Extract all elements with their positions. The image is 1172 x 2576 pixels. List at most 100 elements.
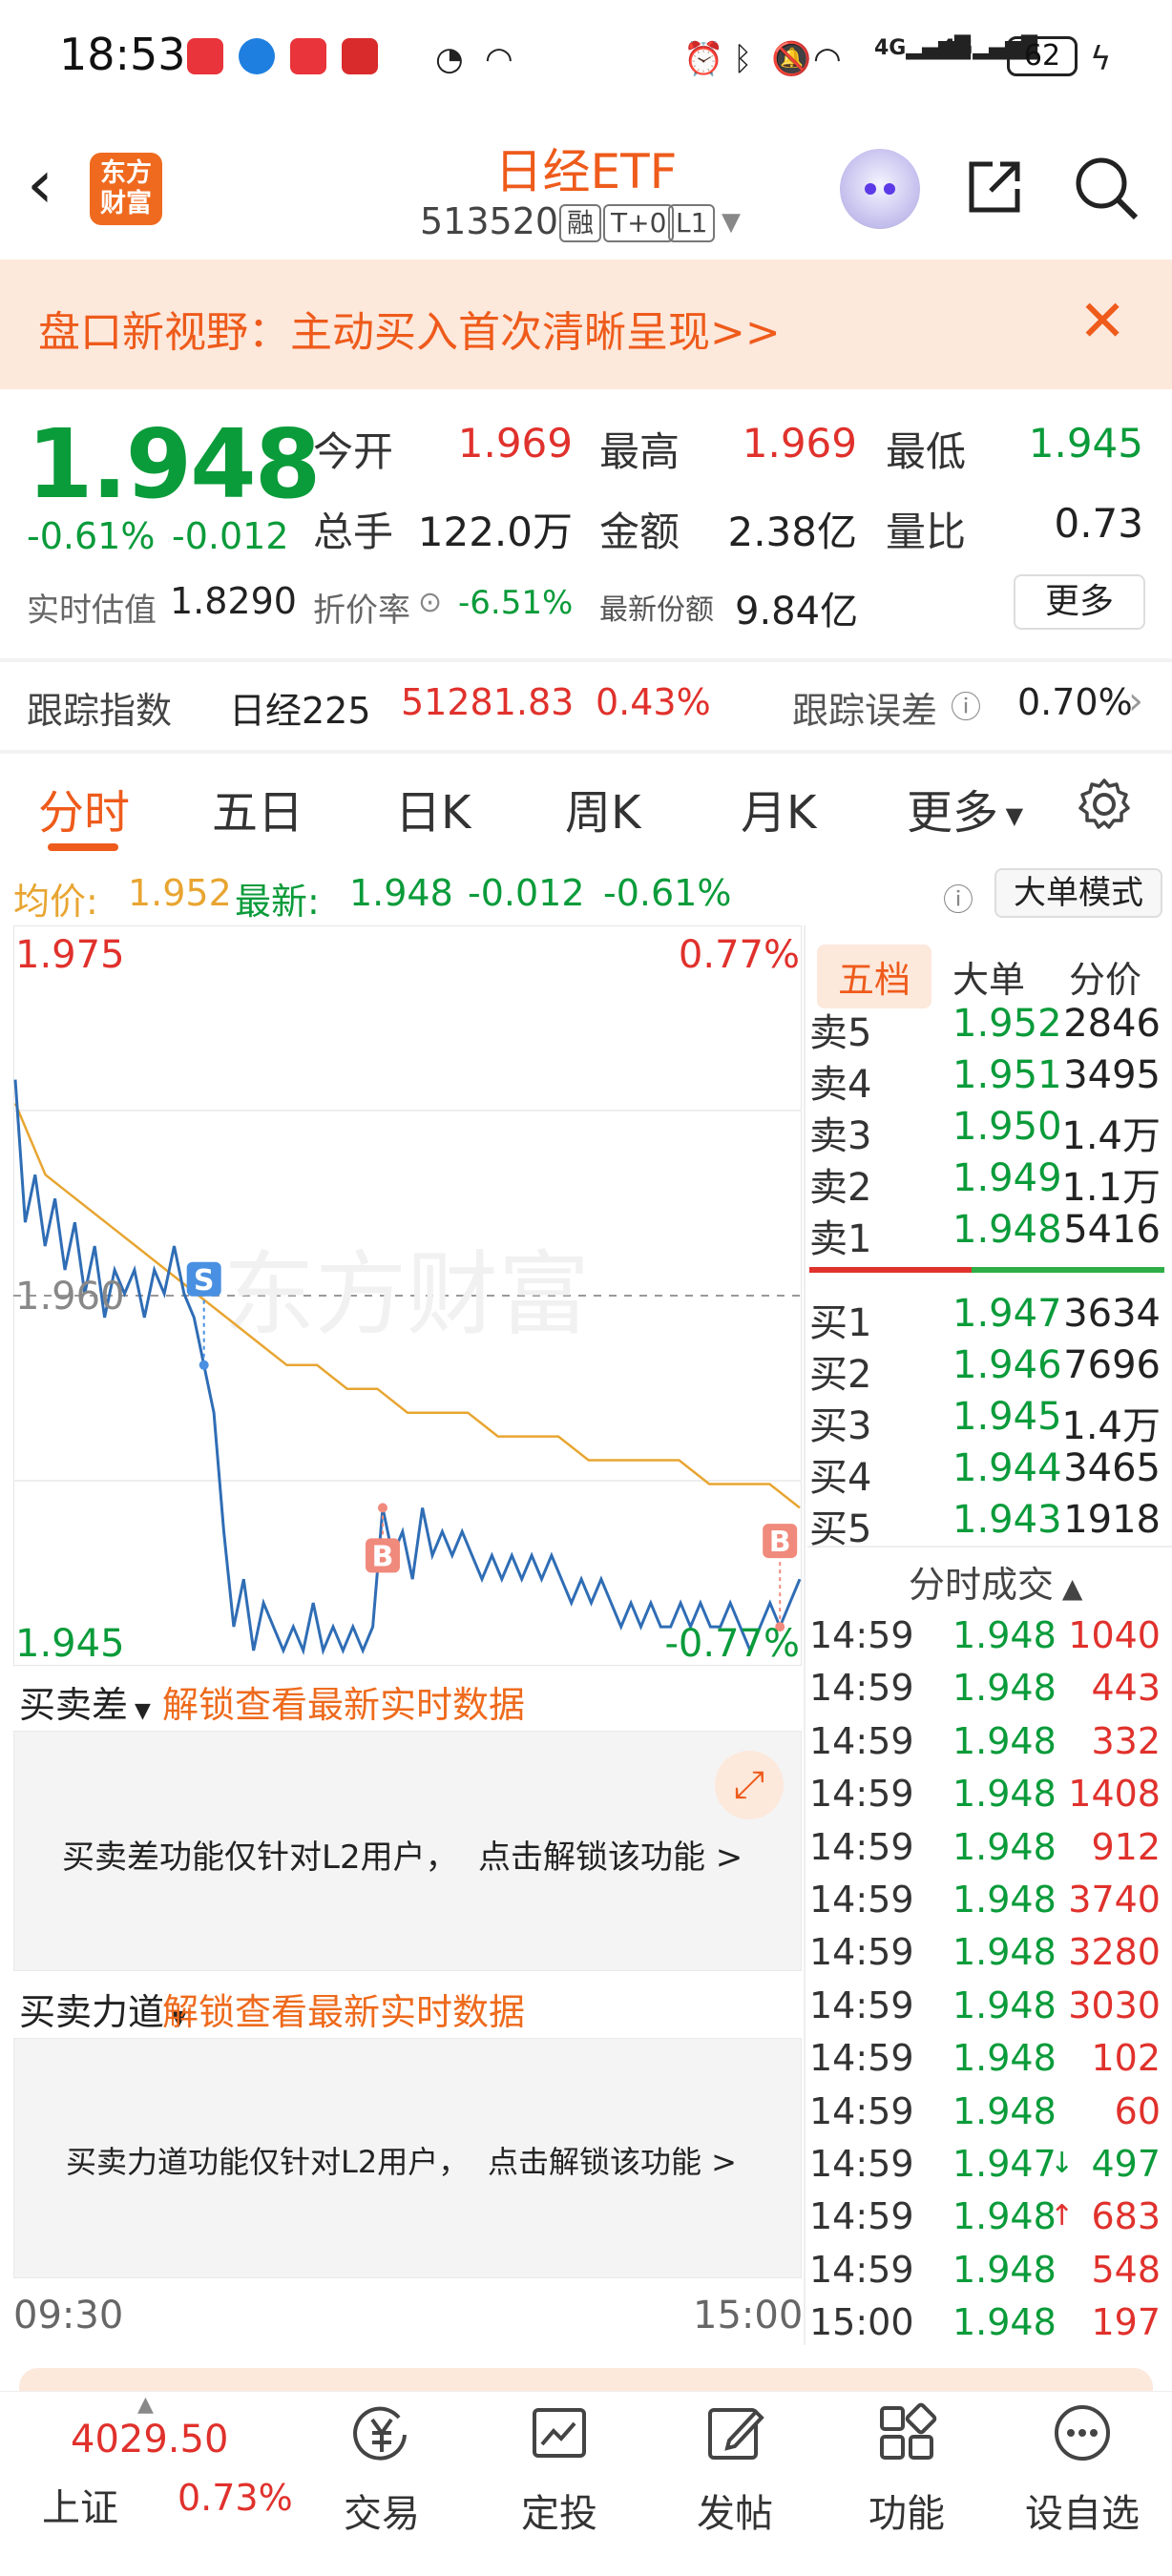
x-start-label: 09:30: [13, 2294, 124, 2337]
help-icon[interactable]: ⓘ: [951, 683, 981, 727]
index-change[interactable]: 0.73%: [178, 2477, 293, 2519]
watermark: 东方财富: [223, 1241, 590, 1348]
locked-message: 买卖力道功能仅针对L2用户，: [66, 2144, 470, 2180]
close-icon[interactable]: ✕: [1078, 288, 1126, 355]
index-name[interactable]: 上证: [42, 2477, 118, 2532]
tab-weekly-k[interactable]: 周K: [565, 775, 640, 841]
tracking-row[interactable]: 跟踪指数 日经225 51281.83 0.43% 跟踪误差 ⓘ 0.70% ›: [0, 662, 1172, 750]
functions-icon[interactable]: [876, 2402, 937, 2463]
tab-price-distribution[interactable]: 分价: [1069, 950, 1141, 1003]
unlock-feature-link[interactable]: 点击解锁该功能 >: [488, 2138, 737, 2182]
banner-text[interactable]: 盘口新视野：主动买入首次清晰呈现>>: [38, 298, 781, 359]
nav-post[interactable]: 发帖: [668, 2483, 802, 2538]
chevron-right-icon: ›: [1128, 679, 1143, 723]
level-volume: 2846: [1063, 1002, 1161, 1046]
charging-icon: ϟ: [1090, 40, 1112, 78]
level-volume: 7696: [1063, 1343, 1161, 1387]
help-icon[interactable]: ⓘ: [943, 876, 973, 920]
more-button[interactable]: 更多: [1014, 574, 1145, 630]
tick-row: 14:59 1.948 60: [809, 2090, 1164, 2143]
indicator-select[interactable]: 买卖差 ▼: [19, 1675, 151, 1728]
level-label: 卖3: [809, 1114, 872, 1158]
y-max-label: 1.975: [15, 933, 125, 977]
search-icon[interactable]: [1073, 155, 1140, 221]
battery-icon: 62: [1007, 36, 1078, 76]
high-value: 1.969: [742, 420, 857, 467]
logo-text: 东方财富: [100, 158, 152, 218]
tick-time: 14:59: [809, 2195, 914, 2238]
tick-row: 14:59 1.948 3280: [809, 1931, 1164, 1984]
nav-functions[interactable]: 功能: [840, 2483, 973, 2538]
auto-invest-icon[interactable]: [529, 2402, 590, 2463]
tab-daily-k[interactable]: 日K: [395, 775, 471, 841]
low-label: 最低: [886, 428, 967, 475]
expand-icon[interactable]: ⤢: [715, 1751, 784, 1819]
chevron-down-icon[interactable]: ▼: [722, 208, 741, 237]
tick-price: 1.947: [952, 2143, 1057, 2185]
tracking-error-label: 跟踪误差: [792, 690, 938, 732]
level-volume: 1.4万: [1061, 1404, 1161, 1448]
tracking-index-value: 51281.83: [401, 681, 575, 723]
level-volume: 3465: [1063, 1446, 1161, 1490]
more-info-icon[interactable]: ⊙: [418, 586, 442, 619]
video-notification-icon: [342, 38, 378, 74]
tick-volume: 497: [1091, 2143, 1161, 2185]
large-order-mode-button[interactable]: 大单模式: [994, 868, 1162, 918]
share-icon[interactable]: [964, 156, 1025, 218]
ticks-title[interactable]: 分时成交 ▲: [909, 1555, 1082, 1608]
tracking-index-name: 日经225: [229, 690, 371, 732]
tracking-label: 跟踪指数: [27, 690, 173, 732]
order-book-row: 卖1 1.948 5416: [809, 1208, 1164, 1261]
nav-auto-invest[interactable]: 定投: [492, 2483, 626, 2538]
chevron-up-icon[interactable]: ▲: [137, 2393, 154, 2417]
tab-big-orders[interactable]: 大单: [952, 950, 1025, 1003]
sub-panel-locked[interactable]: 买卖差功能仅针对L2用户， 点击解锁该功能 > ⤢: [13, 1731, 802, 1971]
tick-direction: ↓: [1050, 2147, 1075, 2180]
unlock-link[interactable]: 解锁查看最新实时数据: [162, 1675, 525, 1728]
level-price: 1.943: [952, 1498, 1062, 1542]
tab-five-day[interactable]: 五日: [212, 775, 303, 841]
trade-icon[interactable]: [351, 2402, 412, 2463]
sub-panel-locked[interactable]: 买卖力道功能仅针对L2用户， 点击解锁该功能 >: [13, 2038, 802, 2278]
shares-label: 最新份额: [599, 593, 714, 627]
tick-volume: 3030: [1068, 1984, 1161, 2026]
settings-gear-icon[interactable]: [1077, 777, 1132, 832]
amount-value: 2.38亿: [727, 509, 857, 555]
tick-price: 1.948: [952, 1719, 1057, 1762]
tab-intraday[interactable]: 分时: [38, 775, 130, 841]
margin-tag: 融: [559, 204, 602, 242]
index-value[interactable]: 4029.50: [71, 2418, 228, 2462]
tab-monthly-k[interactable]: 月K: [741, 775, 816, 841]
ai-assistant-icon[interactable]: [840, 149, 920, 229]
tick-price: 1.948: [952, 1984, 1057, 2026]
tab-five-levels[interactable]: 五档: [817, 945, 932, 1008]
level-price: 1.949: [952, 1156, 1062, 1200]
tick-row: 15:00 1.948 197: [809, 2301, 1164, 2354]
tick-time: 14:59: [809, 1773, 914, 1816]
tick-row: 14:59 1.948 912: [809, 1826, 1164, 1879]
low-value: 1.945: [1028, 420, 1143, 467]
eastmoney-logo: 东方财富: [90, 153, 162, 225]
level-label: 买4: [809, 1456, 872, 1500]
latest-change: -0.012: [468, 872, 585, 914]
tick-row: 14:59 1.947 ↓ 497: [809, 2143, 1164, 2195]
bluetooth-icon: ᛒ: [733, 40, 753, 78]
back-icon[interactable]: ‹: [27, 151, 53, 218]
tick-row: 14:59 1.948 3030: [809, 1984, 1164, 2037]
nav-add-watchlist[interactable]: 设自选: [1015, 2483, 1149, 2538]
intraday-chart[interactable]: 东方财富 S B B 1.975 1.960 1.945 0.77% -0.77%: [13, 925, 802, 1666]
promo-banner[interactable]: 盘口新视野：主动买入首次清晰呈现>> ✕: [0, 260, 1172, 389]
nav-trade[interactable]: 交易: [315, 2483, 449, 2538]
change-pct: -0.61%: [27, 515, 156, 557]
unlock-feature-link[interactable]: 点击解锁该功能 >: [478, 1831, 743, 1878]
order-book-row: 买4 1.944 3465: [809, 1446, 1164, 1500]
unlock-link[interactable]: 解锁查看最新实时数据: [162, 1983, 525, 2035]
post-icon[interactable]: [704, 2402, 765, 2463]
more-dots-icon[interactable]: [1052, 2402, 1113, 2463]
alarm-icon: ⏰: [683, 40, 724, 78]
tab-more[interactable]: 更多 ▼: [907, 775, 1023, 841]
status-time: 18:53: [59, 29, 186, 80]
news-notification-icon: [290, 38, 326, 74]
trade-marker-label: B: [769, 1526, 791, 1559]
tick-volume: 1408: [1068, 1773, 1161, 1816]
